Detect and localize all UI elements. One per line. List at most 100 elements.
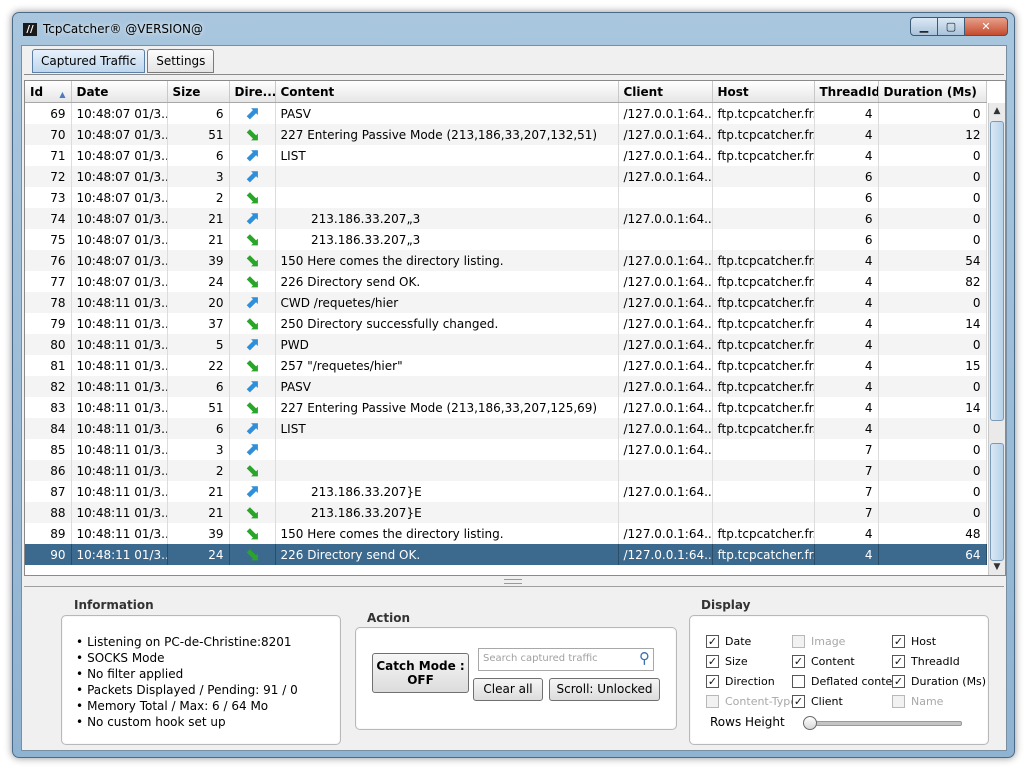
- table-row[interactable]: 83 10:48:11 01/3... 51 ⬊ 227 Entering Passiv…: [25, 397, 987, 418]
- display-checkbox-content[interactable]: ✓ Content: [792, 655, 855, 668]
- minimize-button[interactable]: ▁: [910, 17, 938, 36]
- direction-cell: ⬈: [229, 102, 276, 124]
- duration-cell: 0: [878, 292, 987, 313]
- incoming-arrow-icon: ⬊: [244, 523, 260, 544]
- table-row[interactable]: 74 10:48:07 01/3... 21 ⬈ 213.186.33.207„3/1…: [25, 208, 987, 229]
- rows-height-label: Rows Height: [710, 715, 785, 729]
- search-icon[interactable]: ⚲: [639, 649, 650, 667]
- direction-cell: ⬊: [229, 397, 276, 418]
- scroll-lock-button[interactable]: Scroll: Unlocked: [549, 678, 660, 701]
- scrollbar-thumb[interactable]: [990, 443, 1004, 561]
- scrollbar-track-upper[interactable]: [990, 121, 1004, 421]
- clear-all-button[interactable]: Clear all: [473, 678, 543, 701]
- checkbox-label: Content-Type: [725, 695, 797, 708]
- column-header-content[interactable]: Content: [275, 81, 619, 103]
- display-checkbox-size[interactable]: ✓ Size: [706, 655, 748, 668]
- scroll-down-icon[interactable]: ▼: [990, 560, 1004, 574]
- splitter-grip-icon[interactable]: [504, 579, 522, 584]
- table-row[interactable]: 82 10:48:11 01/3... 6 ⬈ PASV/127.0.0.1:64...…: [25, 376, 987, 397]
- display-checkbox-content-type[interactable]: Content-Type: [706, 695, 797, 708]
- checkbox-empty-icon[interactable]: [892, 695, 905, 708]
- maximize-button[interactable]: ▢: [937, 17, 965, 36]
- display-checkbox-image[interactable]: Image: [792, 635, 845, 648]
- table-row[interactable]: 75 10:48:07 01/3... 21 ⬊ 213.186.33.207„3 6 0: [25, 229, 987, 250]
- display-checkbox-direction[interactable]: ✓ Direction: [706, 675, 775, 688]
- vertical-scrollbar[interactable]: ▲ ▼: [988, 103, 1005, 575]
- incoming-arrow-icon: ⬊: [244, 397, 260, 418]
- table-row[interactable]: 70 10:48:07 01/3... 51 ⬊ 227 Entering Passiv…: [25, 124, 987, 145]
- display-checkbox-date[interactable]: ✓ Date: [706, 635, 751, 648]
- display-checkbox-client[interactable]: ✓ Client: [792, 695, 843, 708]
- table-row[interactable]: 85 10:48:11 01/3... 3 ⬈ /127.0.0.1:64... 7 0: [25, 439, 987, 460]
- panel-splitter[interactable]: [24, 577, 1004, 585]
- table-row[interactable]: 84 10:48:11 01/3... 6 ⬈ LIST/127.0.0.1:64...…: [25, 418, 987, 439]
- checkbox-checked-icon[interactable]: ✓: [892, 675, 905, 688]
- traffic-table[interactable]: Id ▲ Date Size Dire... Content Client Hos…: [24, 80, 1006, 576]
- client-cell: /127.0.0.1:64...: [618, 544, 713, 565]
- table-row[interactable]: 81 10:48:11 01/3... 22 ⬊ 257 "/requetes/hier…: [25, 355, 987, 376]
- action-title: Action: [367, 611, 411, 625]
- display-checkbox-host[interactable]: ✓ Host: [892, 635, 936, 648]
- rows-height-slider-knob[interactable]: [803, 716, 817, 730]
- table-row[interactable]: 86 10:48:11 01/3... 2 ⬊ 7 0: [25, 460, 987, 481]
- tab-captured-traffic[interactable]: Captured Traffic: [32, 49, 146, 73]
- rows-height-slider[interactable]: [805, 721, 962, 726]
- table-row[interactable]: 79 10:48:11 01/3... 37 ⬊ 250 Directory succe…: [25, 313, 987, 334]
- table-row[interactable]: 78 10:48:11 01/3... 20 ⬈ CWD /requetes/hier /…: [25, 292, 987, 313]
- table-row[interactable]: 72 10:48:07 01/3... 3 ⬈ /127.0.0.1:64... 6 0: [25, 166, 987, 187]
- column-header-host[interactable]: Host: [712, 81, 815, 103]
- size-cell: 21: [167, 502, 230, 523]
- catch-mode-button[interactable]: Catch Mode : OFF: [372, 653, 469, 693]
- outgoing-arrow-icon: ⬈: [244, 208, 260, 229]
- table-row[interactable]: 88 10:48:11 01/3... 21 ⬊ 213.186.33.207}E 7 0: [25, 502, 987, 523]
- table-row[interactable]: 73 10:48:07 01/3... 2 ⬊ 6 0: [25, 187, 987, 208]
- checkbox-empty-icon[interactable]: [792, 675, 805, 688]
- column-header-duration[interactable]: Duration (Ms): [878, 81, 987, 103]
- close-button[interactable]: ✕: [964, 17, 1008, 36]
- checkbox-checked-icon[interactable]: ✓: [706, 635, 719, 648]
- checkbox-empty-icon[interactable]: [706, 695, 719, 708]
- display-checkbox-duration-ms[interactable]: ✓ Duration (Ms): [892, 675, 986, 688]
- column-header-id[interactable]: Id ▲: [25, 81, 72, 103]
- client-cell: /127.0.0.1:64...: [618, 313, 713, 334]
- threadid-cell: 6: [814, 166, 879, 187]
- size-cell: 5: [167, 334, 230, 355]
- table-row[interactable]: 76 10:48:07 01/3... 39 ⬊ 150 Here comes the …: [25, 250, 987, 271]
- table-row-selected[interactable]: 90 10:48:11 01/3... 24 ⬊ 226 Directory send …: [25, 544, 987, 565]
- host-cell: [712, 439, 815, 460]
- column-header-direction[interactable]: Dire...: [229, 81, 276, 103]
- display-checkbox-deflated-content[interactable]: Deflated content: [792, 675, 904, 688]
- search-input[interactable]: Search captured traffic ⚲: [478, 648, 654, 671]
- column-header-threadid[interactable]: ThreadId: [814, 81, 879, 103]
- checkbox-checked-icon[interactable]: ✓: [892, 635, 905, 648]
- table-row[interactable]: 77 10:48:07 01/3... 24 ⬊ 226 Directory send …: [25, 271, 987, 292]
- checkbox-label: Deflated content: [811, 675, 904, 688]
- table-row[interactable]: 87 10:48:11 01/3... 21 ⬈ 213.186.33.207}E/1…: [25, 481, 987, 502]
- column-header-date[interactable]: Date: [71, 81, 168, 103]
- checkbox-checked-icon[interactable]: ✓: [792, 655, 805, 668]
- checkbox-checked-icon[interactable]: ✓: [706, 675, 719, 688]
- table-row[interactable]: 80 10:48:11 01/3... 5 ⬈ PWD/127.0.0.1:64... f…: [25, 334, 987, 355]
- scroll-up-icon[interactable]: ▲: [990, 104, 1004, 118]
- column-header-client[interactable]: Client: [618, 81, 713, 103]
- display-checkbox-name[interactable]: Name: [892, 695, 943, 708]
- client-cell: /127.0.0.1:64...: [618, 250, 713, 271]
- date-cell: 10:48:11 01/3...: [71, 334, 168, 355]
- checkbox-checked-icon[interactable]: ✓: [892, 655, 905, 668]
- threadid-cell: 4: [814, 418, 879, 439]
- title-bar[interactable]: // TcpCatcher® @VERSION@ ▁ ▢ ✕: [13, 13, 1014, 45]
- table-row[interactable]: 89 10:48:11 01/3... 39 ⬊ 150 Here comes the …: [25, 523, 987, 544]
- table-row[interactable]: 69 10:48:07 01/3... 6 ⬈ PASV/127.0.0.1:64...…: [25, 102, 987, 124]
- tab-settings[interactable]: Settings: [147, 49, 215, 73]
- id-cell: 84: [25, 418, 72, 439]
- checkbox-checked-icon[interactable]: ✓: [706, 655, 719, 668]
- checkbox-empty-icon[interactable]: [792, 635, 805, 648]
- table-row[interactable]: 71 10:48:07 01/3... 6 ⬈ LIST/127.0.0.1:64...…: [25, 145, 987, 166]
- host-cell: ftp.tcpcatcher.fr...: [712, 334, 815, 355]
- client-cell: /127.0.0.1:64...: [618, 292, 713, 313]
- size-cell: 20: [167, 292, 230, 313]
- checkbox-checked-icon[interactable]: ✓: [792, 695, 805, 708]
- display-checkbox-threadid[interactable]: ✓ ThreadId: [892, 655, 960, 668]
- column-header-size[interactable]: Size: [167, 81, 230, 103]
- duration-cell: 0: [878, 334, 987, 355]
